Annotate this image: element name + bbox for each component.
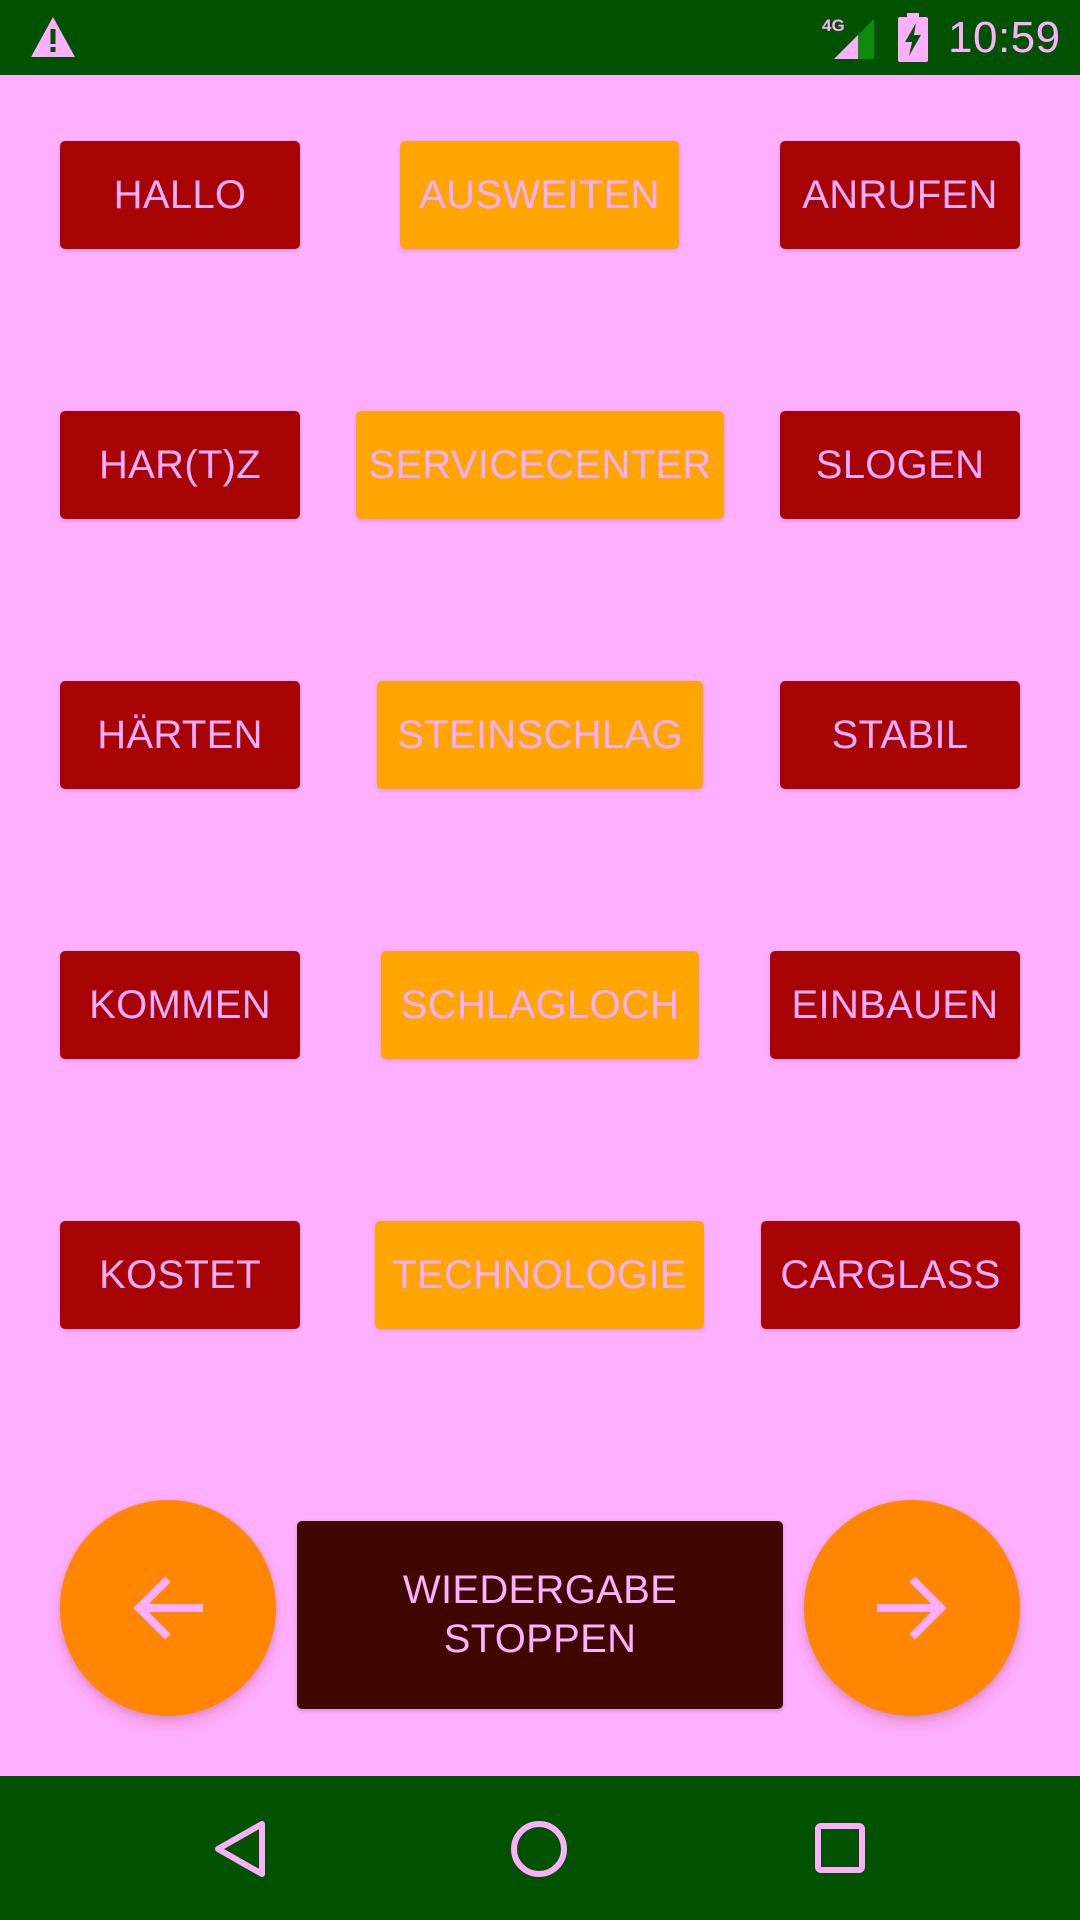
previous-button[interactable] (60, 1500, 276, 1716)
word-button-schlagloch[interactable]: SCHLAGLOCH (381, 951, 699, 1059)
back-icon[interactable] (212, 1820, 268, 1878)
next-button[interactable] (804, 1500, 1020, 1716)
stop-label-line2: STOPPEN (443, 1617, 637, 1661)
signal-4g-icon: 4G (822, 16, 874, 59)
network-type-label: 4G (822, 16, 845, 35)
word-button-kostet[interactable]: KOSTET (60, 1221, 300, 1329)
clock: 10:59 (948, 13, 1061, 62)
word-button-technologie[interactable]: TECHNOLOGIE (375, 1221, 704, 1329)
navigation-bar (0, 1776, 1080, 1920)
arrow-left-icon (133, 1576, 203, 1640)
word-button-hartz[interactable]: HAR(T)Z (60, 411, 300, 519)
word-button-einbauen[interactable]: EINBAUEN (770, 951, 1020, 1059)
status-bar: 4G 10:59 (0, 0, 1080, 75)
battery-charging-icon (898, 13, 928, 62)
stop-label-line1: WIEDERGABE (402, 1568, 678, 1612)
stop-playback-button[interactable]: WIEDERGABE STOPPEN (297, 1521, 783, 1709)
word-button-steinschlag[interactable]: STEINSCHLAG (377, 681, 703, 789)
word-button-stabil[interactable]: STABIL (780, 681, 1020, 789)
arrow-right-icon (877, 1576, 947, 1640)
recents-icon[interactable] (814, 1822, 866, 1874)
word-button-haerten[interactable]: HÄRTEN (60, 681, 300, 789)
warning-icon (31, 17, 75, 57)
word-button-ausweiten[interactable]: AUSWEITEN (400, 141, 679, 249)
word-button-anrufen[interactable]: ANRUFEN (780, 141, 1020, 249)
home-icon[interactable] (510, 1820, 568, 1878)
word-button-carglass[interactable]: CARGLASS (761, 1221, 1020, 1329)
word-button-hallo[interactable]: HALLO (60, 141, 300, 249)
word-button-servicecenter[interactable]: SERVICECENTER (356, 411, 724, 519)
word-button-slogen[interactable]: SLOGEN (780, 411, 1020, 519)
word-button-kommen[interactable]: KOMMEN (60, 951, 300, 1059)
